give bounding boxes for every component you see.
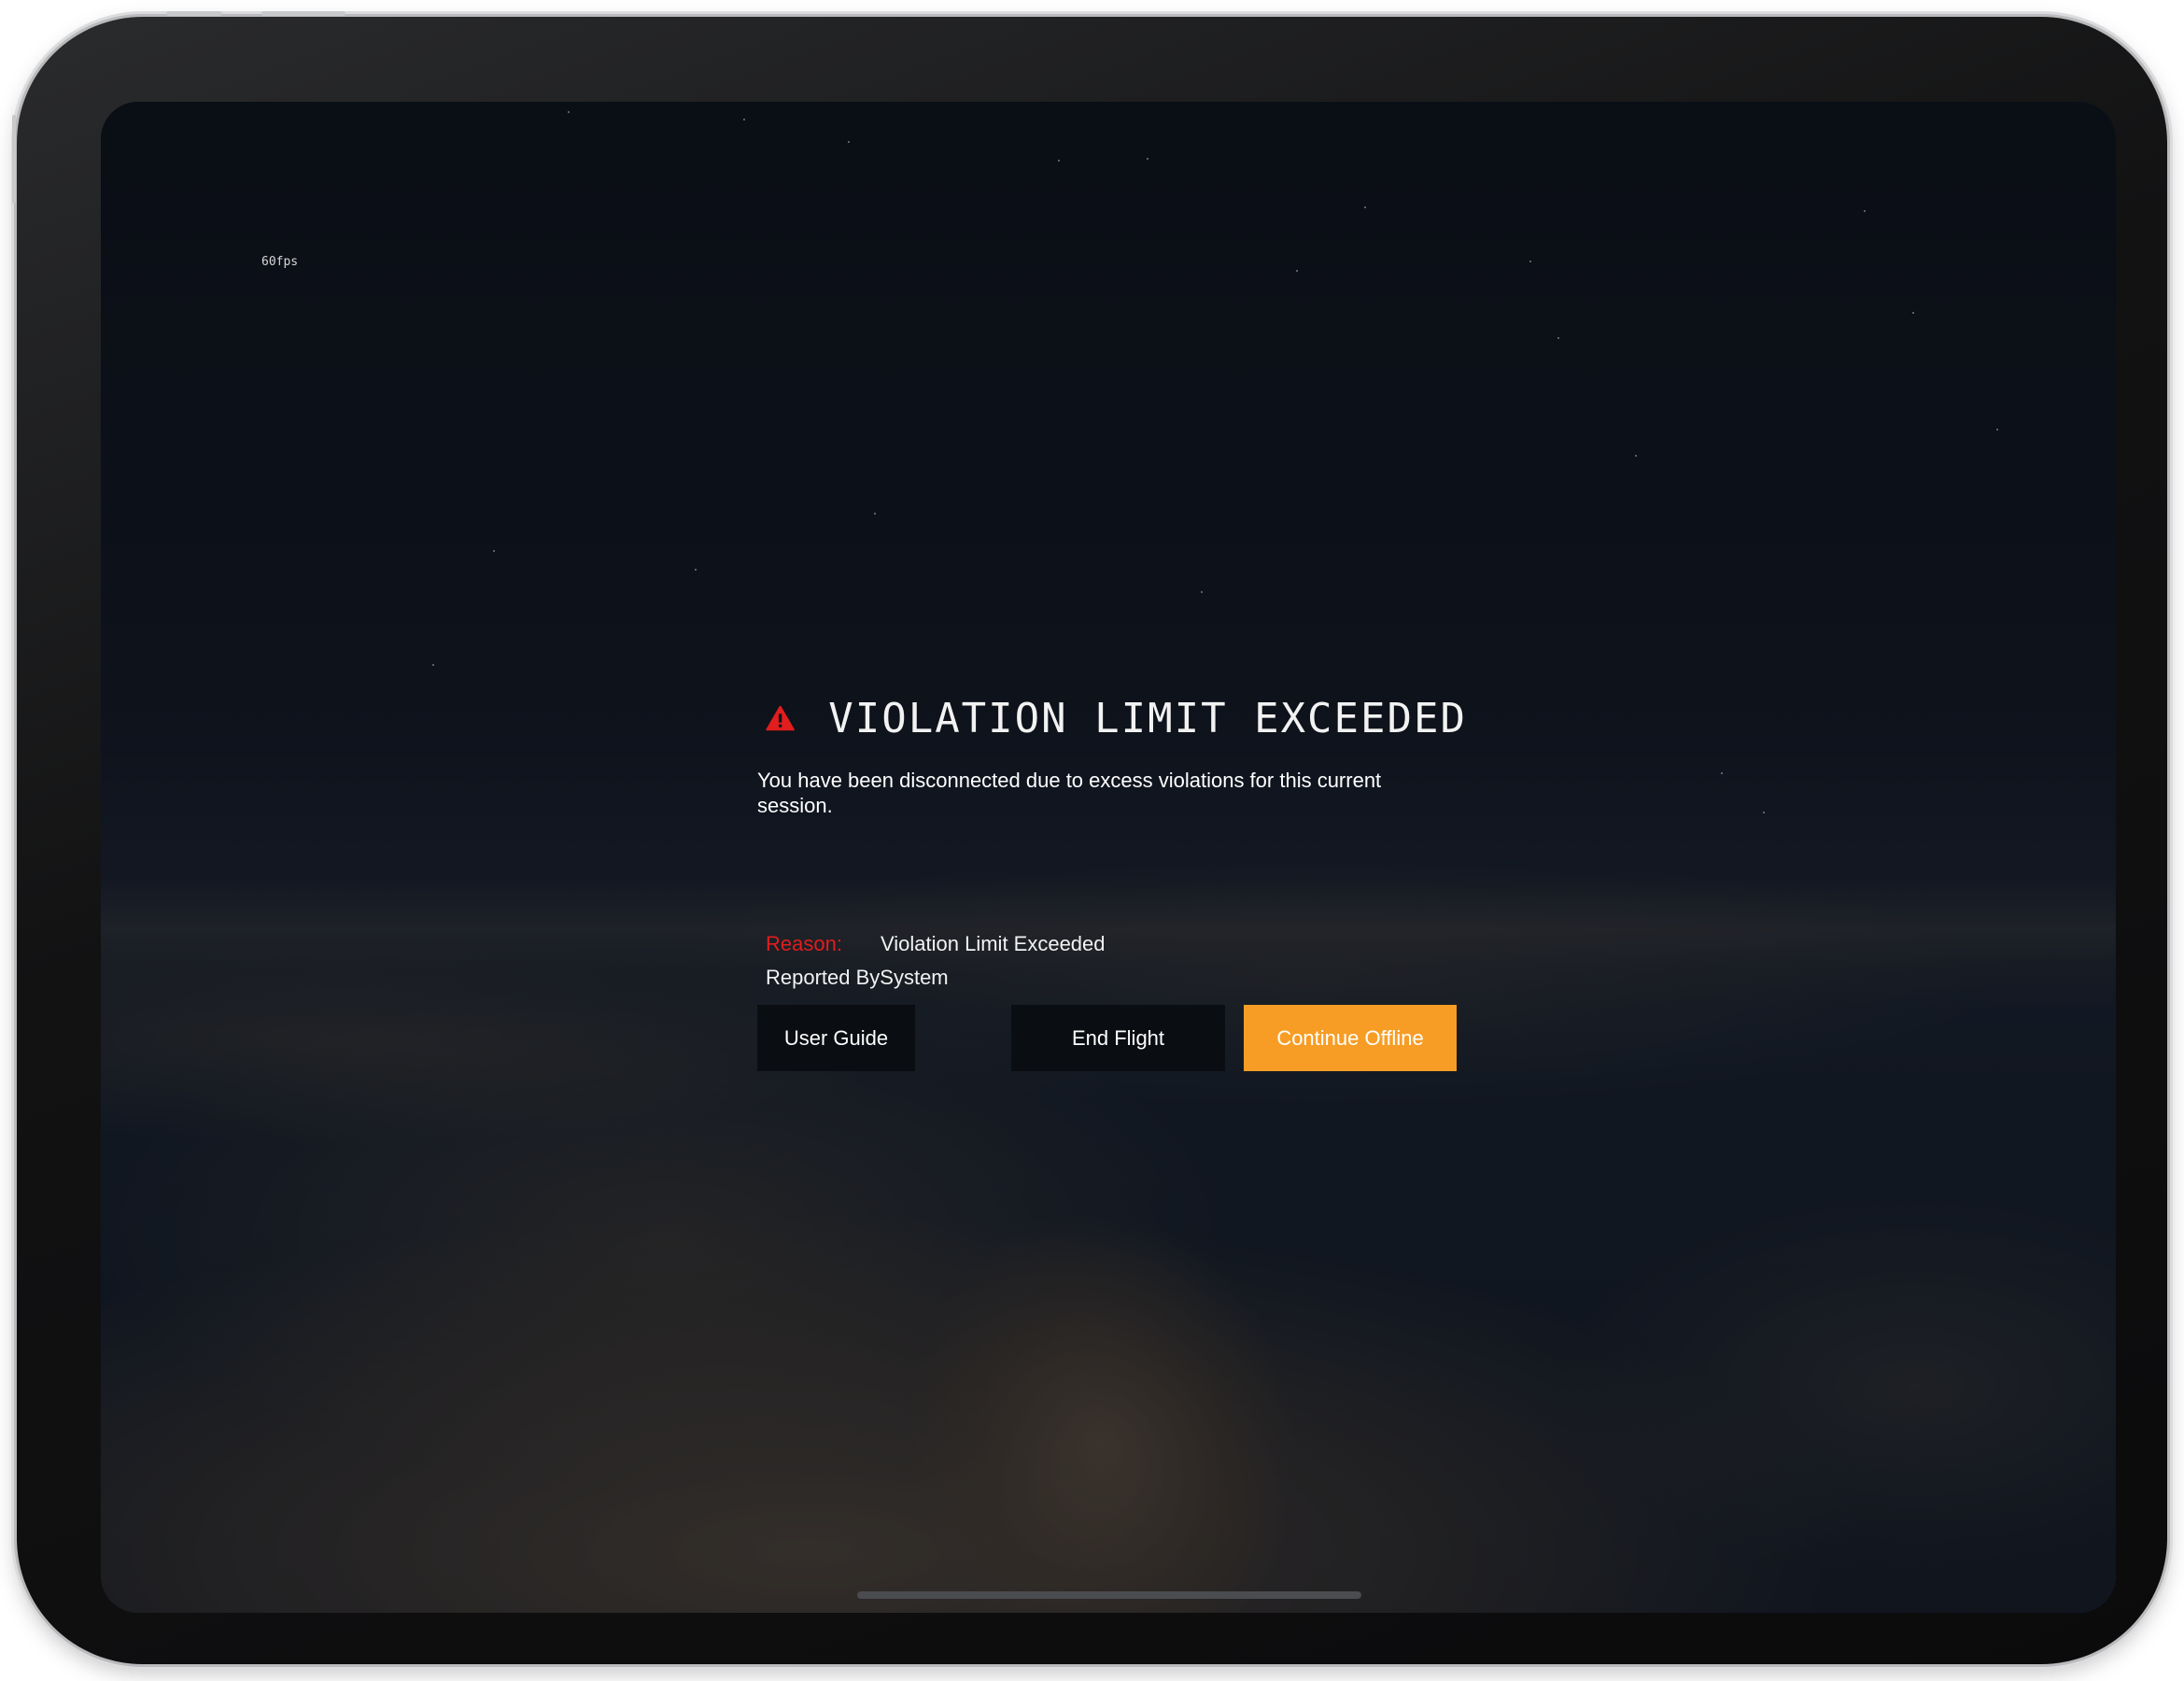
- side-button: [12, 115, 16, 204]
- reason-row: Reason: Violation Limit Exceeded: [766, 932, 1467, 956]
- top-button: [166, 11, 222, 16]
- warning-triangle-icon: [766, 705, 795, 731]
- reported-by: Reported BySystem: [766, 966, 949, 989]
- top-button-secondary: [261, 11, 345, 16]
- end-flight-button[interactable]: End Flight: [1011, 1005, 1225, 1071]
- fps-counter: 60fps: [261, 255, 299, 269]
- tablet-device-frame: 60fps VIOLATION LIMIT EXCEEDED You have …: [12, 11, 2167, 1664]
- dialog-actions: User Guide End Flight Continue Offline: [757, 1005, 1467, 1072]
- dialog-message: You have been disconnected due to excess…: [757, 769, 1382, 817]
- dialog-header: VIOLATION LIMIT EXCEEDED: [757, 676, 1467, 760]
- user-guide-button[interactable]: User Guide: [757, 1005, 915, 1071]
- dialog-title: VIOLATION LIMIT EXCEEDED: [828, 694, 1467, 742]
- reason-value: Violation Limit Exceeded: [881, 932, 1106, 955]
- reason-label: Reason:: [766, 932, 842, 955]
- app-screen: 60fps VIOLATION LIMIT EXCEEDED You have …: [101, 102, 2116, 1613]
- home-indicator[interactable]: [857, 1591, 1361, 1599]
- continue-offline-button[interactable]: Continue Offline: [1244, 1005, 1457, 1071]
- violation-dialog: VIOLATION LIMIT EXCEEDED You have been d…: [757, 676, 1467, 1072]
